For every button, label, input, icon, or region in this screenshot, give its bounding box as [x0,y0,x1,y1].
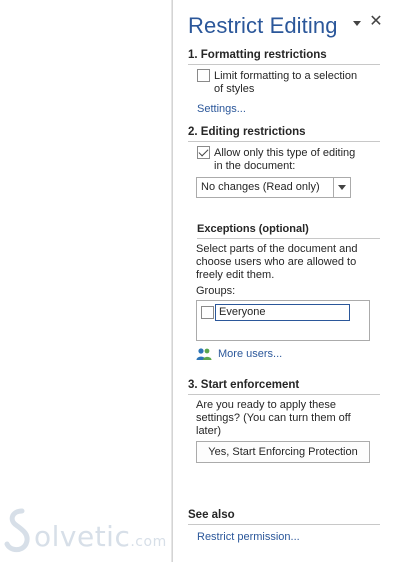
groups-label: Groups: [196,285,236,297]
exceptions-description: Select parts of the document and [196,243,358,255]
chevron-down-icon[interactable] [333,178,350,197]
see-also-heading: See also [188,509,235,521]
everyone-group-item[interactable]: Everyone [215,304,350,321]
limit-formatting-label-line2: of styles [214,83,255,95]
users-icon [196,348,212,360]
everyone-checkbox[interactable] [201,306,214,319]
allow-editing-label: Allow only this type of editing [214,147,356,159]
settings-link[interactable]: Settings... [197,103,246,115]
enforcement-question: Are you ready to apply these [196,399,337,411]
editing-restrictions-heading: 2. Editing restrictions [188,126,306,138]
section-divider [188,64,380,65]
allow-editing-checkbox[interactable] [197,146,210,159]
exceptions-description-line2: choose users who are allowed to [196,256,357,268]
watermark-text: olvetic.com [34,520,167,553]
groups-list: Everyone [196,300,370,341]
editing-type-dropdown[interactable]: No changes (Read only) [196,177,351,198]
solvetic-watermark-logo: olvetic.com [4,504,167,562]
exceptions-description-line3: freely edit them. [196,269,275,281]
section-divider [197,238,380,239]
more-users-link[interactable]: More users... [218,348,282,360]
section-divider [188,394,380,395]
restrict-permission-link[interactable]: Restrict permission... [197,531,300,543]
limit-formatting-label: Limit formatting to a selection [214,70,358,82]
start-enforcing-button[interactable]: Yes, Start Enforcing Protection [196,441,370,463]
chevron-down-icon[interactable] [351,18,363,28]
document-area [0,0,172,562]
formatting-restrictions-heading: 1. Formatting restrictions [188,49,327,61]
section-divider [188,524,380,525]
pane-title: Restrict Editing [188,13,338,38]
dropdown-value: No changes (Read only) [201,181,320,193]
start-enforcement-heading: 3. Start enforcement [188,379,300,391]
close-icon[interactable]: ✕ [369,14,383,30]
section-divider [188,141,380,142]
limit-formatting-checkbox[interactable] [197,69,210,82]
enforcement-question-line3: later) [196,425,222,437]
enforcement-question-line2: settings? (You can turn them off [196,412,351,424]
exceptions-heading: Exceptions (optional) [197,223,309,235]
restrict-editing-pane: Restrict Editing ✕ 1. Formatting restric… [172,0,393,562]
allow-editing-label-line2: in the document: [214,160,296,172]
